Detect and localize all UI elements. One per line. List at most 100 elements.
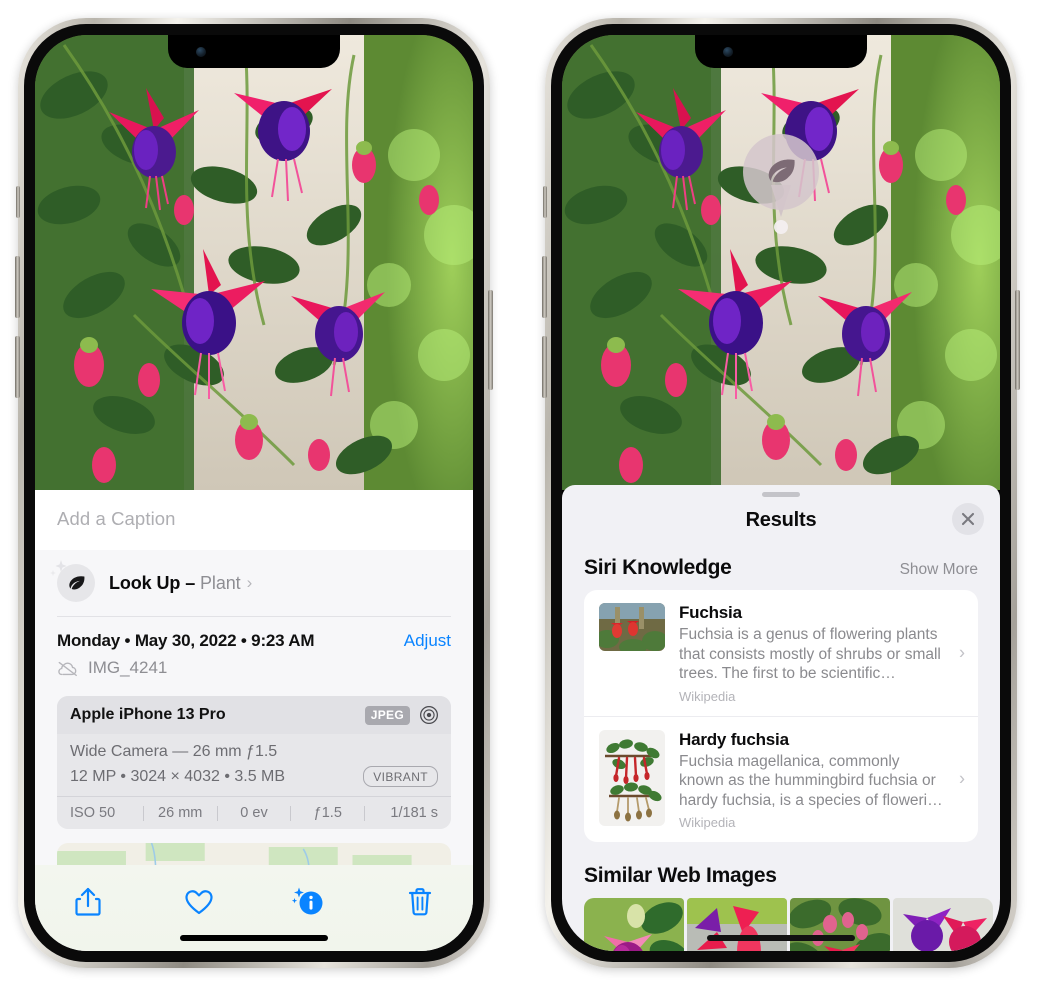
results-header: Results bbox=[562, 497, 1000, 536]
sparkles-icon bbox=[50, 560, 67, 576]
info-glyph bbox=[292, 887, 323, 915]
results-title: Results bbox=[745, 509, 817, 531]
result-body: Fuchsia Fuchsia is a genus of flowering … bbox=[679, 603, 964, 704]
photo-viewer[interactable] bbox=[35, 35, 473, 490]
web-image-3[interactable] bbox=[790, 898, 890, 951]
phone-frame: Add a Caption Look Up – Plant › Monday •… bbox=[15, 18, 493, 968]
front-camera-icon bbox=[196, 47, 206, 57]
look-up-label: Look Up – Plant bbox=[109, 573, 241, 594]
home-indicator[interactable] bbox=[180, 935, 328, 941]
exif-stat-exposure: 0 ev bbox=[240, 805, 268, 821]
result-source: Wikipedia bbox=[679, 815, 736, 831]
red-fuchsia-photo bbox=[599, 603, 665, 651]
mute-switch[interactable] bbox=[16, 186, 20, 218]
siri-knowledge-results: Fuchsia Fuchsia is a genus of flowering … bbox=[584, 590, 978, 843]
home-indicator[interactable] bbox=[707, 935, 855, 941]
mute-switch[interactable] bbox=[543, 186, 547, 218]
result-title: Hardy fuchsia bbox=[679, 729, 789, 749]
result-description: Fuchsia is a genus of flowering plants t… bbox=[679, 626, 941, 683]
fuchsia-photo bbox=[35, 35, 473, 490]
phone-bezel: Results Siri Knowledge Show More Fuchsia… bbox=[551, 24, 1011, 962]
chevron-right-icon: › bbox=[246, 573, 253, 592]
exif-stat-iso: ISO 50 bbox=[70, 805, 116, 821]
image-dimensions: 12 MP • 3024 × 4032 • 3.5 MB bbox=[70, 767, 286, 785]
phone-right: Results Siri Knowledge Show More Fuchsia… bbox=[542, 18, 1020, 968]
caption-input[interactable]: Add a Caption bbox=[35, 490, 473, 550]
chevron-right-icon: › bbox=[959, 642, 965, 663]
heart-glyph bbox=[185, 890, 213, 915]
fuchsia-red-closeup bbox=[687, 898, 787, 951]
show-more-button[interactable]: Show More bbox=[900, 561, 978, 579]
result-title: Fuchsia bbox=[679, 603, 742, 622]
similar-web-images-header: Similar Web Images bbox=[562, 842, 1000, 898]
exif-body: Wide Camera — 26 mm ƒ1.5 12 MP • 3024 × … bbox=[57, 734, 451, 796]
photo-info-sheet: Add a Caption Look Up – Plant › Monday •… bbox=[35, 490, 473, 951]
chevron-right-icon: › bbox=[959, 768, 965, 789]
phone-frame: Results Siri Knowledge Show More Fuchsia… bbox=[542, 18, 1020, 968]
result-description: Fuchsia magellanica, commonly known as t… bbox=[679, 752, 943, 809]
format-badge: JPEG bbox=[364, 705, 410, 725]
list-item[interactable]: Hardy fuchsia Fuchsia magellanica, commo… bbox=[584, 715, 978, 843]
volume-down-button[interactable] bbox=[542, 336, 547, 398]
phone-bezel: Add a Caption Look Up – Plant › Monday •… bbox=[24, 24, 484, 962]
web-image-1[interactable] bbox=[584, 898, 684, 951]
look-up-subject: Plant bbox=[200, 572, 241, 593]
photographic-style-badge: VIBRANT bbox=[363, 766, 438, 787]
exif-card[interactable]: Apple iPhone 13 Pro JPEG Wide Camera — 2… bbox=[57, 696, 451, 829]
fuchsia-bush-buds bbox=[790, 898, 890, 951]
result-source: Wikipedia bbox=[679, 688, 736, 704]
web-image-2[interactable] bbox=[687, 898, 787, 951]
look-up-title: Look Up bbox=[109, 572, 181, 593]
result-thumbnail bbox=[599, 603, 665, 651]
notch bbox=[695, 35, 867, 68]
phone-left: Add a Caption Look Up – Plant › Monday •… bbox=[15, 18, 493, 968]
result-thumbnail bbox=[599, 729, 665, 826]
list-item[interactable]: Fuchsia Fuchsia is a genus of flowering … bbox=[584, 590, 978, 716]
close-glyph bbox=[961, 512, 975, 526]
similar-web-images-strip[interactable] bbox=[562, 898, 1000, 951]
fuchsia-photo bbox=[562, 35, 1000, 490]
herbarium-specimen-photo bbox=[599, 729, 665, 826]
phone-screen-left: Add a Caption Look Up – Plant › Monday •… bbox=[35, 35, 473, 951]
exif-stat-aperture: ƒ1.5 bbox=[313, 805, 342, 821]
look-up-separator: – bbox=[185, 572, 196, 593]
volume-up-button[interactable] bbox=[542, 256, 547, 318]
result-body: Hardy fuchsia Fuchsia magellanica, commo… bbox=[679, 730, 964, 831]
web-image-4[interactable] bbox=[893, 898, 993, 951]
photo-date: Monday • May 30, 2022 • 9:23 AM bbox=[57, 631, 315, 650]
volume-up-button[interactable] bbox=[15, 256, 20, 318]
trash-icon[interactable] bbox=[397, 879, 443, 925]
front-camera-icon bbox=[723, 47, 733, 57]
exif-stat-focal: 26 mm bbox=[158, 805, 203, 821]
close-icon[interactable] bbox=[952, 503, 984, 535]
leaf-icon bbox=[50, 560, 95, 602]
heart-icon[interactable] bbox=[176, 879, 222, 925]
results-sheet: Results Siri Knowledge Show More Fuchsia… bbox=[562, 485, 1000, 951]
photo-viewer[interactable] bbox=[562, 35, 1000, 490]
fuchsia-pink-white-bloom bbox=[584, 898, 684, 951]
cloud-slash-icon bbox=[58, 661, 77, 676]
siri-knowledge-header: Siri Knowledge Show More bbox=[562, 536, 1000, 590]
notch bbox=[168, 35, 340, 68]
phone-screen-right: Results Siri Knowledge Show More Fuchsia… bbox=[562, 35, 1000, 951]
trash-glyph bbox=[408, 888, 432, 916]
exif-stat-shutter: 1/181 s bbox=[390, 805, 438, 821]
info-icon[interactable] bbox=[286, 879, 332, 925]
siri-knowledge-title: Siri Knowledge bbox=[584, 556, 732, 579]
power-button[interactable] bbox=[1015, 290, 1020, 390]
share-glyph bbox=[75, 887, 101, 916]
volume-down-button[interactable] bbox=[15, 336, 20, 398]
fuchsia-purple-magenta-cluster bbox=[893, 898, 993, 951]
metadata-block: Monday • May 30, 2022 • 9:23 AM Adjust I… bbox=[35, 617, 473, 684]
camera-device: Apple iPhone 13 Pro bbox=[70, 706, 226, 723]
power-button[interactable] bbox=[488, 290, 493, 390]
similar-web-images-title: Similar Web Images bbox=[584, 864, 777, 888]
exif-stats-row: ISO 50 26 mm 0 ev ƒ1.5 1/181 s bbox=[57, 796, 451, 829]
share-icon[interactable] bbox=[65, 879, 111, 925]
adjust-button[interactable]: Adjust bbox=[404, 631, 451, 651]
look-up-row[interactable]: Look Up – Plant › bbox=[35, 550, 473, 616]
screenshot-stage: Add a Caption Look Up – Plant › Monday •… bbox=[0, 0, 1055, 985]
photo-filename: IMG_4241 bbox=[88, 658, 168, 677]
aperture-icon bbox=[420, 706, 438, 724]
exif-header: Apple iPhone 13 Pro JPEG bbox=[57, 696, 451, 734]
